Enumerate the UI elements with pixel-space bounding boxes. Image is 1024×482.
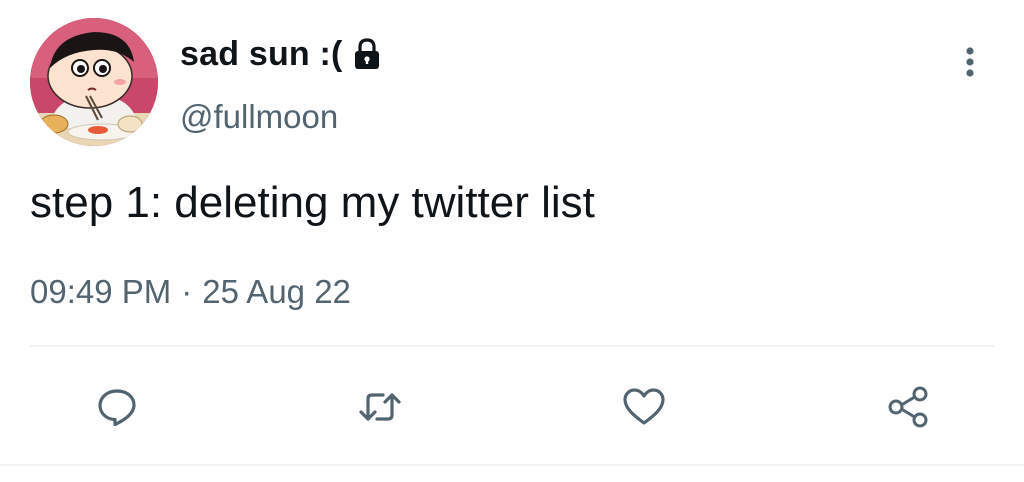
cartoon-boy-avatar-icon: [30, 18, 158, 146]
tweet-card: sad sun :( @fullmoon step 1: deleting my…: [0, 0, 1024, 482]
heart-icon: [623, 388, 665, 425]
like-button[interactable]: [620, 383, 668, 431]
more-options-icon: [966, 47, 974, 77]
meta-separator: ·: [181, 273, 193, 310]
lock-icon: [349, 36, 385, 72]
display-name-row: sad sun :(: [180, 32, 385, 76]
retweet-button[interactable]: [356, 383, 404, 431]
retweet-icon: [359, 393, 401, 421]
tweet-text: step 1: deleting my twitter list: [30, 178, 595, 227]
avatar[interactable]: [30, 18, 158, 146]
divider: [30, 345, 994, 347]
reply-icon: [98, 389, 136, 427]
divider-bottom: [0, 464, 1024, 466]
tweet-date: 25 Aug 22: [202, 273, 351, 310]
display-name[interactable]: sad sun :(: [180, 35, 343, 74]
tweet-timestamp[interactable]: 09:49 PM · 25 Aug 22: [30, 273, 351, 311]
user-handle[interactable]: @fullmoon: [180, 98, 338, 136]
share-icon: [888, 386, 928, 428]
reply-button[interactable]: [93, 383, 141, 431]
more-options-button[interactable]: [952, 40, 988, 84]
tweet-time: 09:49 PM: [30, 273, 172, 310]
share-button[interactable]: [884, 383, 932, 431]
